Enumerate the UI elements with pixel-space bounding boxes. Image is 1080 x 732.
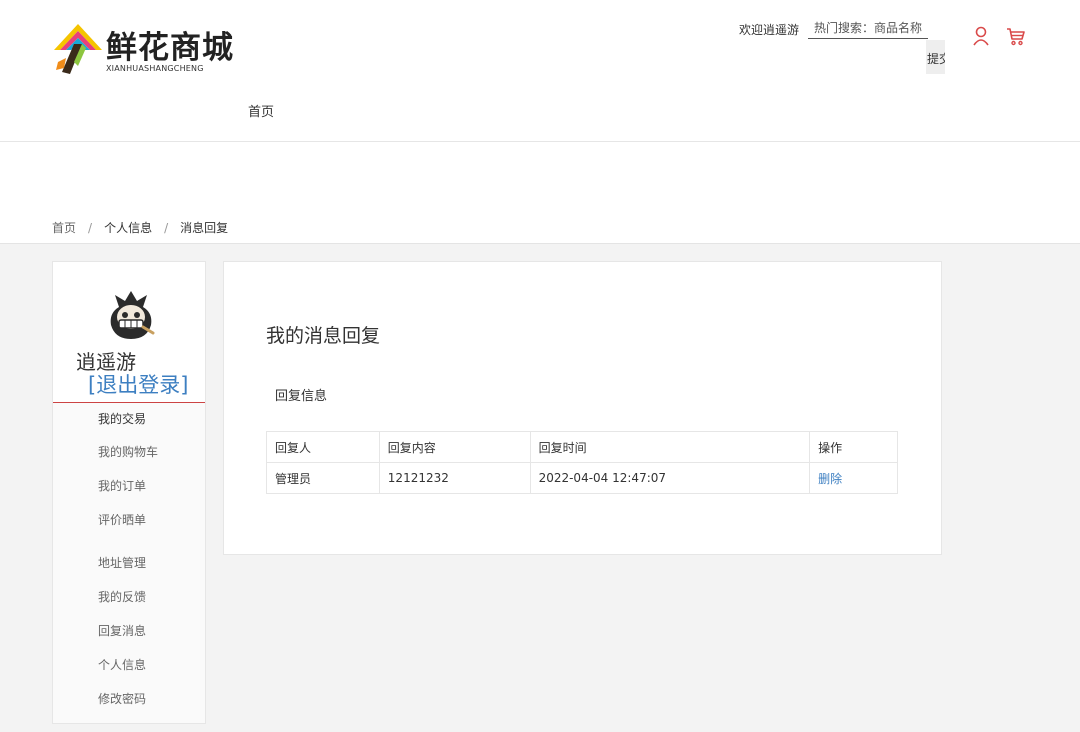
logo-subtitle: XIANHUASHANGCHENG: [106, 64, 204, 73]
cart-icon[interactable]: [1006, 26, 1026, 46]
user-icon[interactable]: [972, 26, 990, 46]
welcome-text: 欢迎逍遥游: [739, 23, 800, 37]
nav-home-link[interactable]: 首页: [248, 101, 274, 120]
logo-title: 鲜花商城: [106, 30, 234, 66]
breadcrumb-current: 消息回复: [180, 221, 229, 235]
user-profile-card: 逍遥游 [退出登录]: [53, 262, 205, 403]
delete-button[interactable]: 删除: [818, 472, 842, 486]
sidebar-item-my-orders[interactable]: 我的订单: [98, 477, 146, 494]
column-header-time: 回复时间: [529, 431, 811, 463]
site-logo[interactable]: 鲜花商城 XIANHUASHANGCHENG: [52, 22, 233, 80]
logo-mark-icon: [54, 24, 102, 74]
sidebar-item-my-trades[interactable]: 我的交易: [98, 410, 146, 427]
user-sidebar: 逍遥游 [退出登录] 我的交易 我的购物车 我的订单 评价晒单 地址管理 我的反…: [52, 261, 206, 724]
sidebar-item-replies[interactable]: 回复消息: [98, 622, 146, 639]
section-label: 回复信息: [275, 389, 328, 404]
cell-action: 删除: [809, 462, 898, 494]
breadcrumb: 首页 / 个人信息 / 消息回复: [52, 219, 228, 236]
column-header-replier: 回复人: [266, 431, 380, 463]
page-title: 我的消息回复: [266, 325, 381, 347]
search-input[interactable]: [808, 17, 928, 39]
table-header-row: 回复人 回复内容 回复时间 操作: [266, 431, 898, 463]
sidebar-item-change-password[interactable]: 修改密码: [98, 690, 146, 707]
breadcrumb-profile[interactable]: 个人信息: [104, 219, 152, 236]
breadcrumb-home[interactable]: 首页: [52, 219, 76, 236]
reply-table: 回复人 回复内容 回复时间 操作 管理员 12121232 2022-04-04…: [266, 431, 898, 494]
cell-replier: 管理员: [266, 462, 380, 494]
column-header-content: 回复内容: [378, 431, 531, 463]
breadcrumb-separator: /: [164, 221, 169, 235]
column-header-action: 操作: [809, 431, 898, 463]
search-submit-button[interactable]: 提交: [926, 40, 945, 74]
sidebar-item-my-cart[interactable]: 我的购物车: [98, 443, 158, 460]
sidebar-item-address[interactable]: 地址管理: [98, 554, 146, 571]
table-row: 管理员 12121232 2022-04-04 12:47:07 删除: [266, 462, 898, 494]
cell-content: 12121232: [378, 462, 531, 494]
cell-time: 2022-04-04 12:47:07: [529, 462, 811, 494]
site-header: 鲜花商城 XIANHUASHANGCHENG 欢迎逍遥游 提交 首页: [0, 0, 1080, 142]
avatar-icon: [110, 291, 155, 339]
sidebar-item-reviews[interactable]: 评价晒单: [98, 511, 146, 528]
sidebar-item-feedback[interactable]: 我的反馈: [98, 588, 146, 605]
logout-link[interactable]: [退出登录]: [88, 369, 188, 399]
sidebar-item-profile[interactable]: 个人信息: [98, 656, 146, 673]
reply-panel: 我的消息回复 回复信息 回复人 回复内容 回复时间 操作 管理员 1212123…: [223, 261, 942, 555]
breadcrumb-separator: /: [88, 221, 93, 235]
